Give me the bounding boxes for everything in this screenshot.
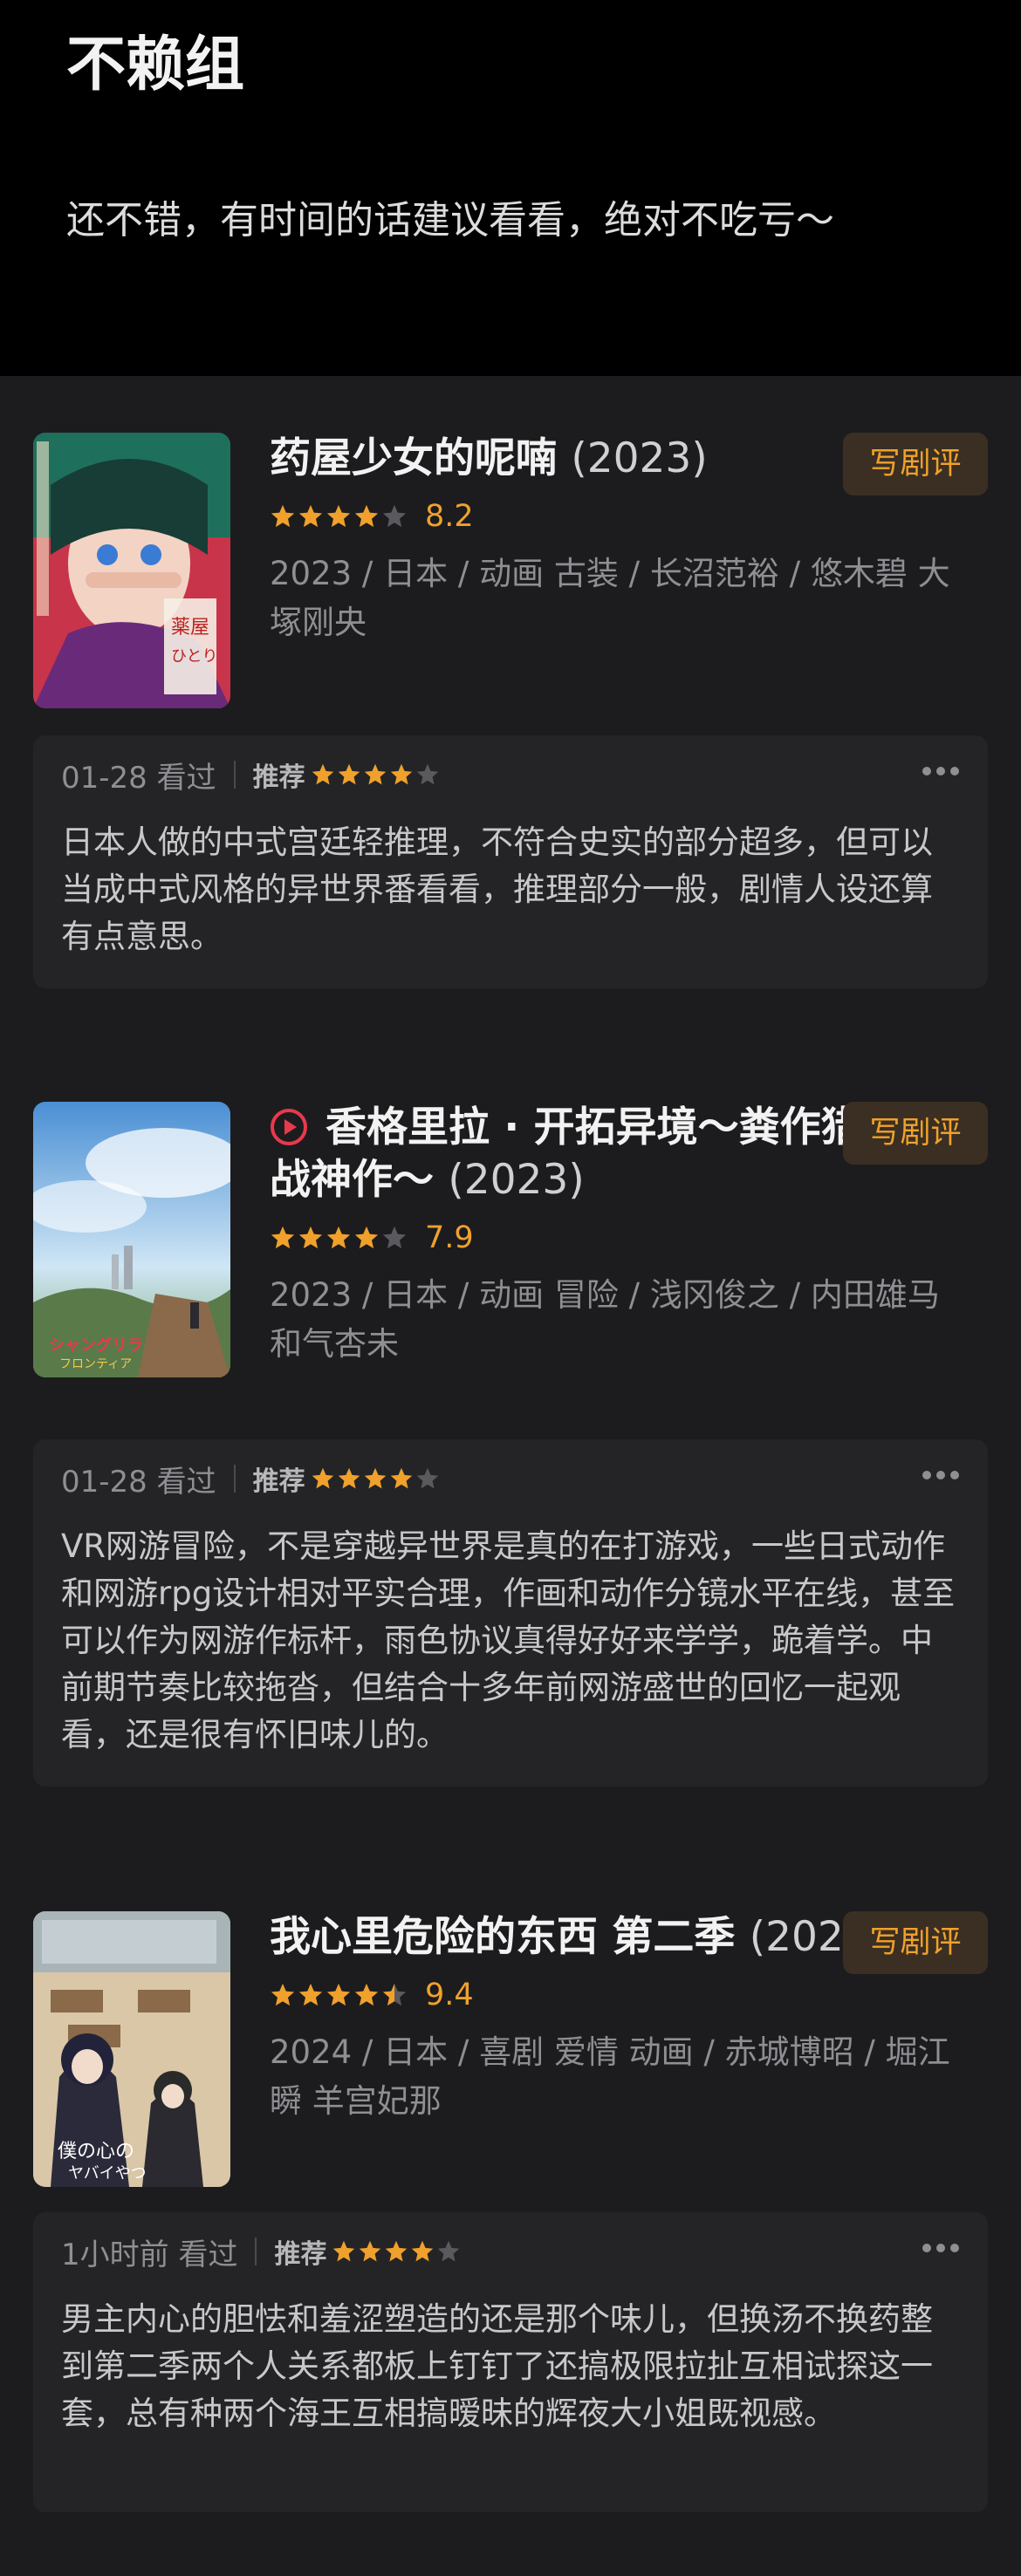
- star-icon: [416, 763, 438, 785]
- poster-art: 薬屋 ひとり: [33, 433, 230, 708]
- star-rating: [270, 1982, 408, 2008]
- item-meta: 2023 / 日本 / 动画 冒险 / 浅冈俊之 / 内田雄马 和气杏未: [270, 1276, 940, 1363]
- star-icon: [326, 1983, 351, 2006]
- svg-text:僕の心の: 僕の心の: [58, 2141, 134, 2163]
- star-icon: [338, 763, 360, 785]
- header: 不赖组 还不错，有时间的话建议看看，绝对不吃亏～: [0, 0, 1021, 376]
- comment-header: 1小时前 看过 推荐: [61, 2212, 461, 2291]
- divider: [233, 1465, 236, 1493]
- item-meta: 2023 / 日本 / 动画 古装 / 长沼范裕 / 悠木碧 大塚刚央: [270, 555, 950, 641]
- star-icon: [333, 2240, 355, 2262]
- recommend-label: 推荐: [252, 1466, 305, 1497]
- svg-text:フロンティア: フロンティア: [59, 1357, 132, 1371]
- star-icon: [326, 1226, 351, 1249]
- star-icon: [354, 1226, 379, 1249]
- star-icon: [312, 763, 333, 785]
- poster-image[interactable]: 僕の心の ヤバイやつ: [33, 1911, 230, 2187]
- poster-image[interactable]: 薬屋 ひとり: [33, 433, 230, 708]
- title-year: (2023): [571, 434, 708, 482]
- media-item: 僕の心の ヤバイやつ 我心里危险的东西 第二季 (2024) 9.4 2024 …: [0, 1855, 1021, 2552]
- star-icon: [298, 1226, 323, 1249]
- star-icon: [382, 504, 407, 528]
- comment-header: 01-28 看过 推荐: [61, 735, 440, 814]
- write-review-button[interactable]: 写剧评: [843, 433, 988, 495]
- write-review-button[interactable]: 写剧评: [843, 1102, 988, 1165]
- star-icon: [382, 1226, 407, 1249]
- star-icon: [271, 504, 295, 528]
- comment-header: 01-28 看过 推荐: [61, 1439, 440, 1518]
- page-description: 还不错，有时间的话建议看看，绝对不吃亏～: [66, 198, 834, 243]
- write-review-button[interactable]: 写剧评: [843, 1911, 988, 1974]
- star-icon: [298, 504, 323, 528]
- star-icon: [364, 763, 386, 785]
- star-icon: [326, 504, 351, 528]
- user-star-rating: [332, 2239, 461, 2264]
- star-icon: [438, 2240, 460, 2262]
- watched-date: 01-28 看过: [61, 760, 216, 796]
- star-icon: [416, 1467, 438, 1489]
- star-rating: [270, 1225, 408, 1251]
- play-icon: [271, 1109, 307, 1145]
- star-icon: [390, 1467, 412, 1489]
- item-meta: 2024 / 日本 / 喜剧 爱情 动画 / 赤城博昭 / 堀江瞬 羊宫妃那: [270, 2033, 950, 2120]
- user-star-rating: [311, 1466, 440, 1491]
- user-comment-card: 01-28 看过 推荐 日本人做的中式宫廷轻推理，不符合史实的部分超多，但可以当…: [33, 735, 988, 988]
- rating-score: 9.4: [425, 1978, 474, 2012]
- star-rating: [270, 503, 408, 530]
- poster-image[interactable]: シャングリラ フロンティア: [33, 1102, 230, 1377]
- svg-text:薬屋: 薬屋: [171, 617, 209, 639]
- svg-text:シャングリラ: シャングリラ: [49, 1336, 143, 1355]
- more-icon[interactable]: [920, 2235, 962, 2261]
- comment-text: 男主内心的胆怯和羞涩塑造的还是那个味儿，但换汤不换药整到第二季两个人关系都板上钉…: [61, 2300, 933, 2432]
- comment-text: 日本人做的中式宫廷轻推理，不符合史实的部分超多，但可以当成中式风格的异世界番看看…: [61, 823, 933, 955]
- comment-text: VR网游冒险，不是穿越异世界是真的在打游戏，一些日式动作和网游rpg设计相对平实…: [61, 1527, 956, 1753]
- star-icon: [354, 1983, 379, 2006]
- more-icon[interactable]: [920, 1462, 962, 1488]
- star-icon: [386, 2240, 408, 2262]
- star-icon: [360, 2240, 381, 2262]
- star-icon: [364, 1467, 386, 1489]
- rating-row: 9.4: [270, 1976, 976, 2014]
- svg-text:ひとり: ひとり: [171, 647, 217, 666]
- watched-date: 01-28 看过: [61, 1464, 216, 1500]
- watched-date: 1小时前 看过: [61, 2237, 238, 2272]
- title-text: 我心里危险的东西 第二季: [270, 1913, 736, 1961]
- divider: [233, 761, 236, 789]
- user-star-rating: [311, 762, 440, 787]
- rating-row: 7.9: [270, 1219, 976, 1257]
- star-icon: [312, 1467, 333, 1489]
- rating-score: 7.9: [425, 1220, 474, 1255]
- page-title: 不赖组: [66, 31, 245, 99]
- star-icon: [338, 1467, 360, 1489]
- star-icon: [271, 1983, 295, 2006]
- divider: [255, 2238, 257, 2265]
- rating-score: 8.2: [425, 499, 474, 534]
- media-item: シャングリラ フロンティア 香格里拉 · 开拓异境～粪作猎手挑战神作～ (202…: [0, 1045, 1021, 1813]
- media-item: 薬屋 ひとり 药屋少女的呢喃 (2023) 8.2 2023 / 日本 / 动画…: [0, 376, 1021, 1004]
- poster-art: シャングリラ フロンティア: [33, 1102, 230, 1377]
- star-icon: [382, 1983, 407, 2006]
- star-icon: [354, 504, 379, 528]
- recommend-label: 推荐: [274, 2239, 327, 2270]
- star-icon: [298, 1983, 323, 2006]
- star-icon: [271, 1226, 295, 1249]
- rating-row: 8.2: [270, 497, 976, 536]
- poster-art: 僕の心の ヤバイやつ: [33, 1911, 230, 2187]
- title-year: (2023): [448, 1156, 585, 1204]
- star-icon: [412, 2240, 434, 2262]
- more-icon[interactable]: [920, 758, 962, 784]
- svg-text:ヤバイやつ: ヤバイやつ: [68, 2164, 147, 2183]
- title-text: 药屋少女的呢喃: [270, 434, 557, 482]
- star-icon: [390, 763, 412, 785]
- recommend-label: 推荐: [252, 762, 305, 793]
- user-comment-card: 01-28 看过 推荐 VR网游冒险，不是穿越异世界是真的在打游戏，一些日式动作…: [33, 1439, 988, 1787]
- user-comment-card: 1小时前 看过 推荐 男主内心的胆怯和羞涩塑造的还是那个味儿，但换汤不换药整到第…: [33, 2212, 988, 2512]
